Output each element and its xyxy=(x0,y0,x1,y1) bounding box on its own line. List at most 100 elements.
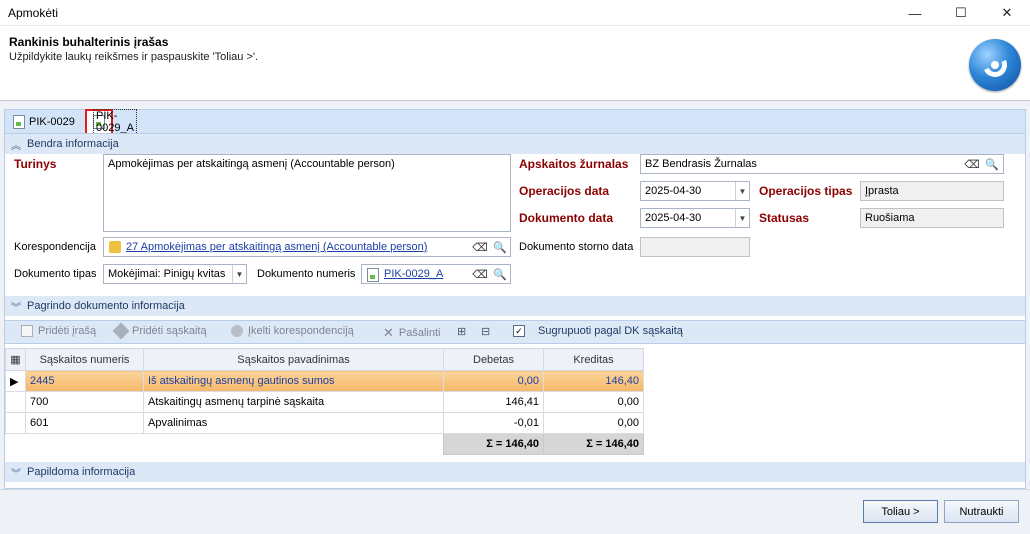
grid-corner-icon[interactable]: ▦ xyxy=(5,348,26,371)
load-correspondence-label: Įkelti korespondenciją xyxy=(248,325,354,337)
storno-date-label: Dokumento storno data xyxy=(519,241,634,253)
load-correspondence-button[interactable]: Įkelti korespondenciją xyxy=(231,325,354,337)
doc-date-label: Dokumento data xyxy=(519,211,614,225)
tree-expand-icon: ⊞ xyxy=(457,326,467,338)
content-textarea[interactable]: Apmokėjimas per atskaitingą asmenį (Acco… xyxy=(103,154,511,232)
tab-pik-0029[interactable]: PIK-0029 xyxy=(7,111,81,133)
account-number-cell[interactable]: 601 xyxy=(25,412,144,434)
section-base-doc-label: Pagrindo dokumento informacija xyxy=(27,300,185,312)
checkbox-checked-icon[interactable]: ✓ xyxy=(513,325,525,337)
column-header[interactable]: Sąskaitos pavadinimas xyxy=(143,348,444,371)
title-bar: Apmokėti — ☐ ✕ xyxy=(0,0,1030,26)
debit-cell[interactable]: -0,01 xyxy=(443,412,544,434)
next-button[interactable]: Toliau > xyxy=(863,500,938,523)
account-name-cell[interactable]: Apvalinimas xyxy=(143,412,444,434)
credit-cell[interactable]: 146,40 xyxy=(543,370,644,392)
group-by-account-label: Sugrupuoti pagal DK sąskaitą xyxy=(538,325,683,337)
section-base-doc-header[interactable]: ︾ Pagrindo dokumento informacija xyxy=(5,296,1025,316)
journal-field[interactable]: BZ Bendrasis Žurnalas xyxy=(640,154,1004,174)
tab-label: PIK-0029_A xyxy=(93,109,137,135)
eraser-icon[interactable]: ⌫ xyxy=(471,265,489,283)
doc-number-link[interactable]: PIK-0029_A xyxy=(384,268,443,280)
document-panel: ︽ Bendra informacija Turinys Apmokėjimas… xyxy=(4,133,1026,489)
eraser-icon[interactable]: ⌫ xyxy=(963,155,981,173)
doc-type-value: Mokėjimai: Pinigų kvitas xyxy=(108,268,226,280)
debit-cell[interactable]: 0,00 xyxy=(443,370,544,392)
correspondence-link[interactable]: 27 Apmokėjimas per atskaitingą asmenį (A… xyxy=(126,241,427,253)
section-general-label: Bendra informacija xyxy=(27,138,119,150)
chevron-down-icon: ︾ xyxy=(11,302,21,314)
totals-spacer xyxy=(25,433,144,455)
entries-grid: ▦ Sąskaitos numeris Sąskaitos pavadinima… xyxy=(5,348,645,455)
table-row[interactable]: ▶ 2445 Iš atskaitingų asmenų gautinos su… xyxy=(5,370,644,392)
search-icon[interactable]: 🔍 xyxy=(983,155,1001,173)
column-header[interactable]: Sąskaitos numeris xyxy=(25,348,144,371)
add-entry-button[interactable]: Pridėti įrašą xyxy=(21,325,96,337)
grid-header-row: ▦ Sąskaitos numeris Sąskaitos pavadinima… xyxy=(5,348,644,371)
minimize-button[interactable]: — xyxy=(892,0,938,26)
account-name-cell[interactable]: Iš atskaitingų asmenų gautinos sumos xyxy=(143,370,444,392)
app-logo xyxy=(969,39,1021,91)
remove-button[interactable]: ✕ Pašalinti xyxy=(383,325,440,341)
totals-row: Σ = 146,40 Σ = 146,40 xyxy=(5,433,644,455)
section-additional-label: Papildoma informacija xyxy=(27,466,136,478)
journal-label: Apskaitos žurnalas xyxy=(519,157,629,171)
op-date-label: Operacijos data xyxy=(519,184,610,198)
window-title: Apmokėti xyxy=(8,6,59,20)
chevron-down-icon[interactable]: ▼ xyxy=(232,265,246,283)
expand-all-button[interactable]: ⊞ xyxy=(457,325,466,338)
chevron-down-icon[interactable]: ▼ xyxy=(735,209,749,227)
account-number-cell[interactable]: 700 xyxy=(25,391,144,413)
doc-type-select[interactable]: Mokėjimai: Pinigų kvitas ▼ xyxy=(103,264,247,284)
totals-spacer xyxy=(5,433,26,455)
doc-date-field[interactable]: 2025-04-30 ▼ xyxy=(640,208,750,228)
column-header[interactable]: Debetas xyxy=(443,348,544,371)
close-button[interactable]: ✕ xyxy=(984,0,1030,26)
collapse-all-button[interactable]: ⊟ xyxy=(481,325,490,338)
op-date-value: 2025-04-30 xyxy=(645,185,702,197)
chevron-down-icon: ︾ xyxy=(11,468,21,480)
page-title: Rankinis buhalterinis įrašas xyxy=(9,35,169,49)
correspondence-field[interactable]: 27 Apmokėjimas per atskaitingą asmenį (A… xyxy=(103,237,511,257)
search-icon[interactable]: 🔍 xyxy=(491,238,509,256)
op-date-field[interactable]: 2025-04-30 ▼ xyxy=(640,181,750,201)
section-general-header[interactable]: ︽ Bendra informacija xyxy=(5,134,1025,154)
document-icon xyxy=(367,268,379,282)
status-label: Statusas xyxy=(759,211,810,225)
content-label: Turinys xyxy=(14,157,57,171)
row-indicator xyxy=(5,391,26,413)
wizard-footer: Toliau > Nutraukti xyxy=(0,489,1030,534)
entries-toolbar: Pridėti įrašą Pridėti sąskaitą Įkelti ko… xyxy=(5,320,1025,344)
search-icon[interactable]: 🔍 xyxy=(491,265,509,283)
row-indicator-icon: ▶ xyxy=(5,370,26,392)
chevron-up-icon: ︽ xyxy=(11,140,21,152)
correspondence-icon xyxy=(109,241,121,253)
document-icon xyxy=(21,325,33,337)
chevron-down-icon[interactable]: ▼ xyxy=(735,182,749,200)
section-additional-header[interactable]: ︾ Papildoma informacija xyxy=(5,462,1025,482)
maximize-button[interactable]: ☐ xyxy=(938,0,984,26)
debit-total: Σ = 146,40 xyxy=(443,433,544,455)
doc-date-value: 2025-04-30 xyxy=(645,212,702,224)
group-by-account-toggle[interactable]: ✓ Sugrupuoti pagal DK sąskaitą xyxy=(513,325,683,337)
row-indicator xyxy=(5,412,26,434)
table-row[interactable]: 700 Atskaitingų asmenų tarpinė sąskaita … xyxy=(5,391,644,413)
credit-cell[interactable]: 0,00 xyxy=(543,391,644,413)
tag-icon xyxy=(112,322,130,340)
account-number-cell[interactable]: 2445 xyxy=(25,370,144,392)
add-account-button[interactable]: Pridėti sąskaitą xyxy=(112,322,207,340)
tab-pik-0029-a[interactable]: PIK-0029_A xyxy=(85,109,137,135)
debit-cell[interactable]: 146,41 xyxy=(443,391,544,413)
op-type-field: Įprasta xyxy=(860,181,1004,201)
document-icon xyxy=(13,115,25,129)
account-name-cell[interactable]: Atskaitingų asmenų tarpinė sąskaita xyxy=(143,391,444,413)
eraser-icon[interactable]: ⌫ xyxy=(471,238,489,256)
table-row[interactable]: 601 Apvalinimas -0,01 0,00 xyxy=(5,412,644,434)
wizard-header: Rankinis buhalterinis įrašas Užpildykite… xyxy=(0,27,1030,101)
cancel-button[interactable]: Nutraukti xyxy=(944,500,1019,523)
column-header[interactable]: Kreditas xyxy=(543,348,644,371)
doc-type-label: Dokumento tipas xyxy=(14,268,97,280)
credit-cell[interactable]: 0,00 xyxy=(543,412,644,434)
status-field: Ruošiama xyxy=(860,208,1004,228)
remove-x-icon: ✕ xyxy=(383,325,394,340)
